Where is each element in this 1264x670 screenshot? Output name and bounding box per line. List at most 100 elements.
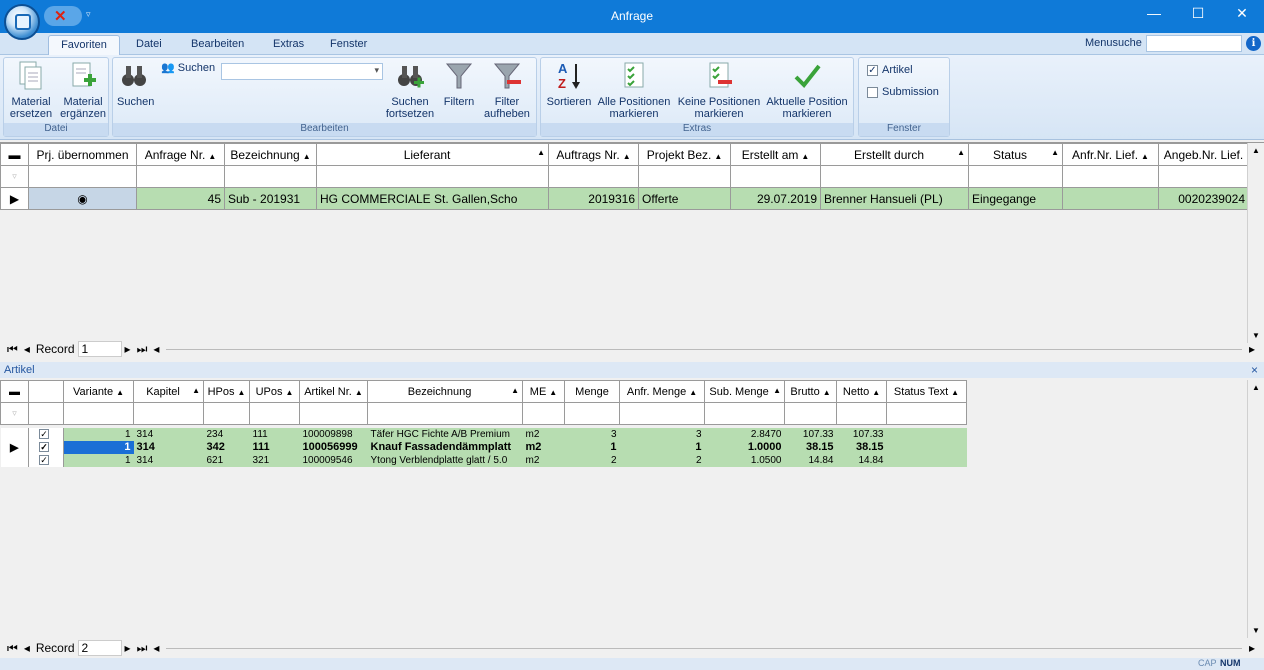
col-upos[interactable]: UPos ▲ xyxy=(249,380,300,403)
cell-menge[interactable]: 3 xyxy=(564,427,620,441)
col-hpos[interactable]: HPos ▲ xyxy=(203,380,250,403)
nav-last-icon[interactable]: ⏭ xyxy=(134,641,151,656)
table-row[interactable]: ▶ ✓ 1 314 342 111 100056999 Knauf Fassad… xyxy=(0,440,967,454)
tab-bearbeiten[interactable]: Bearbeiten xyxy=(181,35,254,55)
nav-prev-icon[interactable]: ◂ xyxy=(21,641,33,655)
filter-cell[interactable] xyxy=(704,402,785,425)
cell-netto[interactable]: 107.33 xyxy=(836,427,887,441)
cell-projekt-bez[interactable]: Offerte xyxy=(638,187,731,210)
filter-cell[interactable] xyxy=(564,402,620,425)
filter-cell[interactable] xyxy=(249,402,300,425)
col-lieferant[interactable]: Lieferant ▲ xyxy=(316,143,549,166)
submission-checkbox[interactable]: Submission xyxy=(867,86,939,98)
cell-erstellt-durch[interactable]: Brenner Hansueli (PL) xyxy=(820,187,969,210)
col-artikel-nr[interactable]: Artikel Nr. ▲ xyxy=(299,380,368,403)
prj-uebernommen-radio[interactable]: ◉ xyxy=(28,187,137,210)
table-row[interactable]: ✓ 1 314 621 321 100009546 Ytong Verblend… xyxy=(0,453,967,467)
nav-first-icon[interactable]: ⏮ xyxy=(4,641,21,656)
cell-netto[interactable]: 38.15 xyxy=(836,440,887,454)
filtern-button[interactable]: Filtern xyxy=(439,60,479,108)
row-checkbox[interactable]: ✓ xyxy=(28,440,64,454)
suchen-button[interactable]: Suchen xyxy=(117,60,154,108)
tab-datei[interactable]: Datei xyxy=(126,35,172,55)
col-menge[interactable]: Menge xyxy=(564,380,620,403)
col-status[interactable]: Status ▲ xyxy=(968,143,1063,166)
cell-anfr-menge[interactable]: 3 xyxy=(619,427,705,441)
cell-status-text[interactable] xyxy=(886,440,967,454)
cell-brutto[interactable]: 14.84 xyxy=(784,453,837,467)
filter-cell[interactable] xyxy=(203,402,250,425)
filter-cell[interactable] xyxy=(1158,165,1249,188)
material-ersetzen-button[interactable]: Material ersetzen xyxy=(6,60,56,120)
row-checkbox[interactable]: ✓ xyxy=(28,453,64,467)
cell-auftrags-nr[interactable]: 2019316 xyxy=(548,187,639,210)
cell-kapitel[interactable]: 314 xyxy=(133,453,204,467)
cell-erstellt-am[interactable]: 29.07.2019 xyxy=(730,187,821,210)
scroll-up-icon[interactable]: ▲ xyxy=(1248,383,1264,392)
aktuelle-position-button[interactable]: Aktuelle Position markieren xyxy=(763,60,851,120)
col-erstellt-durch[interactable]: Erstellt durch ▲ xyxy=(820,143,969,166)
filter-cell[interactable] xyxy=(836,402,887,425)
artikel-checkbox[interactable]: ✓ Artikel xyxy=(867,64,913,76)
cell-me[interactable]: m2 xyxy=(522,453,565,467)
col-sub-menge[interactable]: Sub. Menge ▲ xyxy=(704,380,785,403)
filter-cell[interactable] xyxy=(63,402,134,425)
suchen-small-button[interactable]: 👥 Suchen xyxy=(161,62,221,74)
col-prj-uebernommen[interactable]: Prj. übernommen xyxy=(28,143,137,166)
filter-cell[interactable] xyxy=(730,165,821,188)
filter-cell[interactable] xyxy=(316,165,549,188)
cell-hpos[interactable]: 234 xyxy=(203,427,250,441)
cell-artikel-nr[interactable]: 100056999 xyxy=(299,440,368,454)
scroll-up-icon[interactable]: ▲ xyxy=(1248,146,1264,155)
col-anfr-nr-lief[interactable]: Anfr.Nr. Lief. ▲ xyxy=(1062,143,1159,166)
cell-me[interactable]: m2 xyxy=(522,427,565,441)
col-kapitel[interactable]: Kapitel ▲ xyxy=(133,380,204,403)
scroll-down-icon[interactable]: ▼ xyxy=(1248,626,1264,635)
filter-cell[interactable] xyxy=(522,402,565,425)
cell-anfr-menge[interactable]: 1 xyxy=(619,440,705,454)
col-status-text[interactable]: Status Text ▲ xyxy=(886,380,967,403)
tab-extras[interactable]: Extras xyxy=(263,35,314,55)
col-auftrags-nr[interactable]: Auftrags Nr. ▲ xyxy=(548,143,639,166)
nav-next-icon[interactable]: ▸ xyxy=(122,342,134,356)
col-netto[interactable]: Netto ▲ xyxy=(836,380,887,403)
col-bezeichnung[interactable]: Bezeichnung ▲ xyxy=(367,380,523,403)
scroll-down-icon[interactable]: ▼ xyxy=(1248,331,1264,340)
filter-cell[interactable] xyxy=(548,165,639,188)
application-menu-button[interactable] xyxy=(4,4,40,40)
cell-sub-menge[interactable]: 1.0500 xyxy=(704,453,785,467)
artikel-panel-close-icon[interactable]: × xyxy=(1251,363,1258,377)
tab-favoriten[interactable]: Favoriten xyxy=(48,35,120,55)
cell-variante[interactable]: 1 xyxy=(63,427,134,441)
cell-artikel-nr[interactable]: 100009898 xyxy=(299,427,368,441)
alle-positionen-button[interactable]: Alle Positionen markieren xyxy=(595,60,673,120)
cell-anfrage-nr[interactable]: 45 xyxy=(136,187,225,210)
filter-cell[interactable] xyxy=(638,165,731,188)
top-horizontal-scrollbar[interactable] xyxy=(166,348,1242,350)
filter-cell[interactable] xyxy=(968,165,1063,188)
filter-aufheben-button[interactable]: Filter aufheben xyxy=(481,60,533,120)
minimize-button[interactable]: — xyxy=(1134,5,1174,21)
cell-lieferant[interactable]: HG COMMERCIALE St. Gallen,Scho xyxy=(316,187,549,210)
record-number-input[interactable]: 2 xyxy=(77,640,122,656)
cell-brutto[interactable]: 107.33 xyxy=(784,427,837,441)
cell-upos[interactable]: 111 xyxy=(249,427,300,441)
col-variante[interactable]: Variante ▲ xyxy=(63,380,134,403)
cell-me[interactable]: m2 xyxy=(522,440,565,454)
hscroll-left-icon[interactable]: ◂ xyxy=(150,342,162,356)
col-bezeichnung[interactable]: Bezeichnung ▲ xyxy=(224,143,317,166)
filter-cell[interactable] xyxy=(224,165,317,188)
cell-bezeichnung[interactable]: Sub - 201931 xyxy=(224,187,317,210)
sortieren-button[interactable]: AZ Sortieren xyxy=(545,60,593,108)
cell-netto[interactable]: 14.84 xyxy=(836,453,887,467)
col-anfr-menge[interactable]: Anfr. Menge ▲ xyxy=(619,380,705,403)
filter-cell[interactable] xyxy=(784,402,837,425)
col-brutto[interactable]: Brutto ▲ xyxy=(784,380,837,403)
filter-cell[interactable] xyxy=(886,402,967,425)
top-vertical-scrollbar[interactable]: ▲ ▼ xyxy=(1247,143,1264,343)
cell-hpos[interactable]: 342 xyxy=(203,440,250,454)
cell-status-text[interactable] xyxy=(886,427,967,441)
filter-cell[interactable] xyxy=(28,402,64,425)
nav-next-icon[interactable]: ▸ xyxy=(122,641,134,655)
suchen-combo[interactable]: ▾ xyxy=(221,63,383,80)
